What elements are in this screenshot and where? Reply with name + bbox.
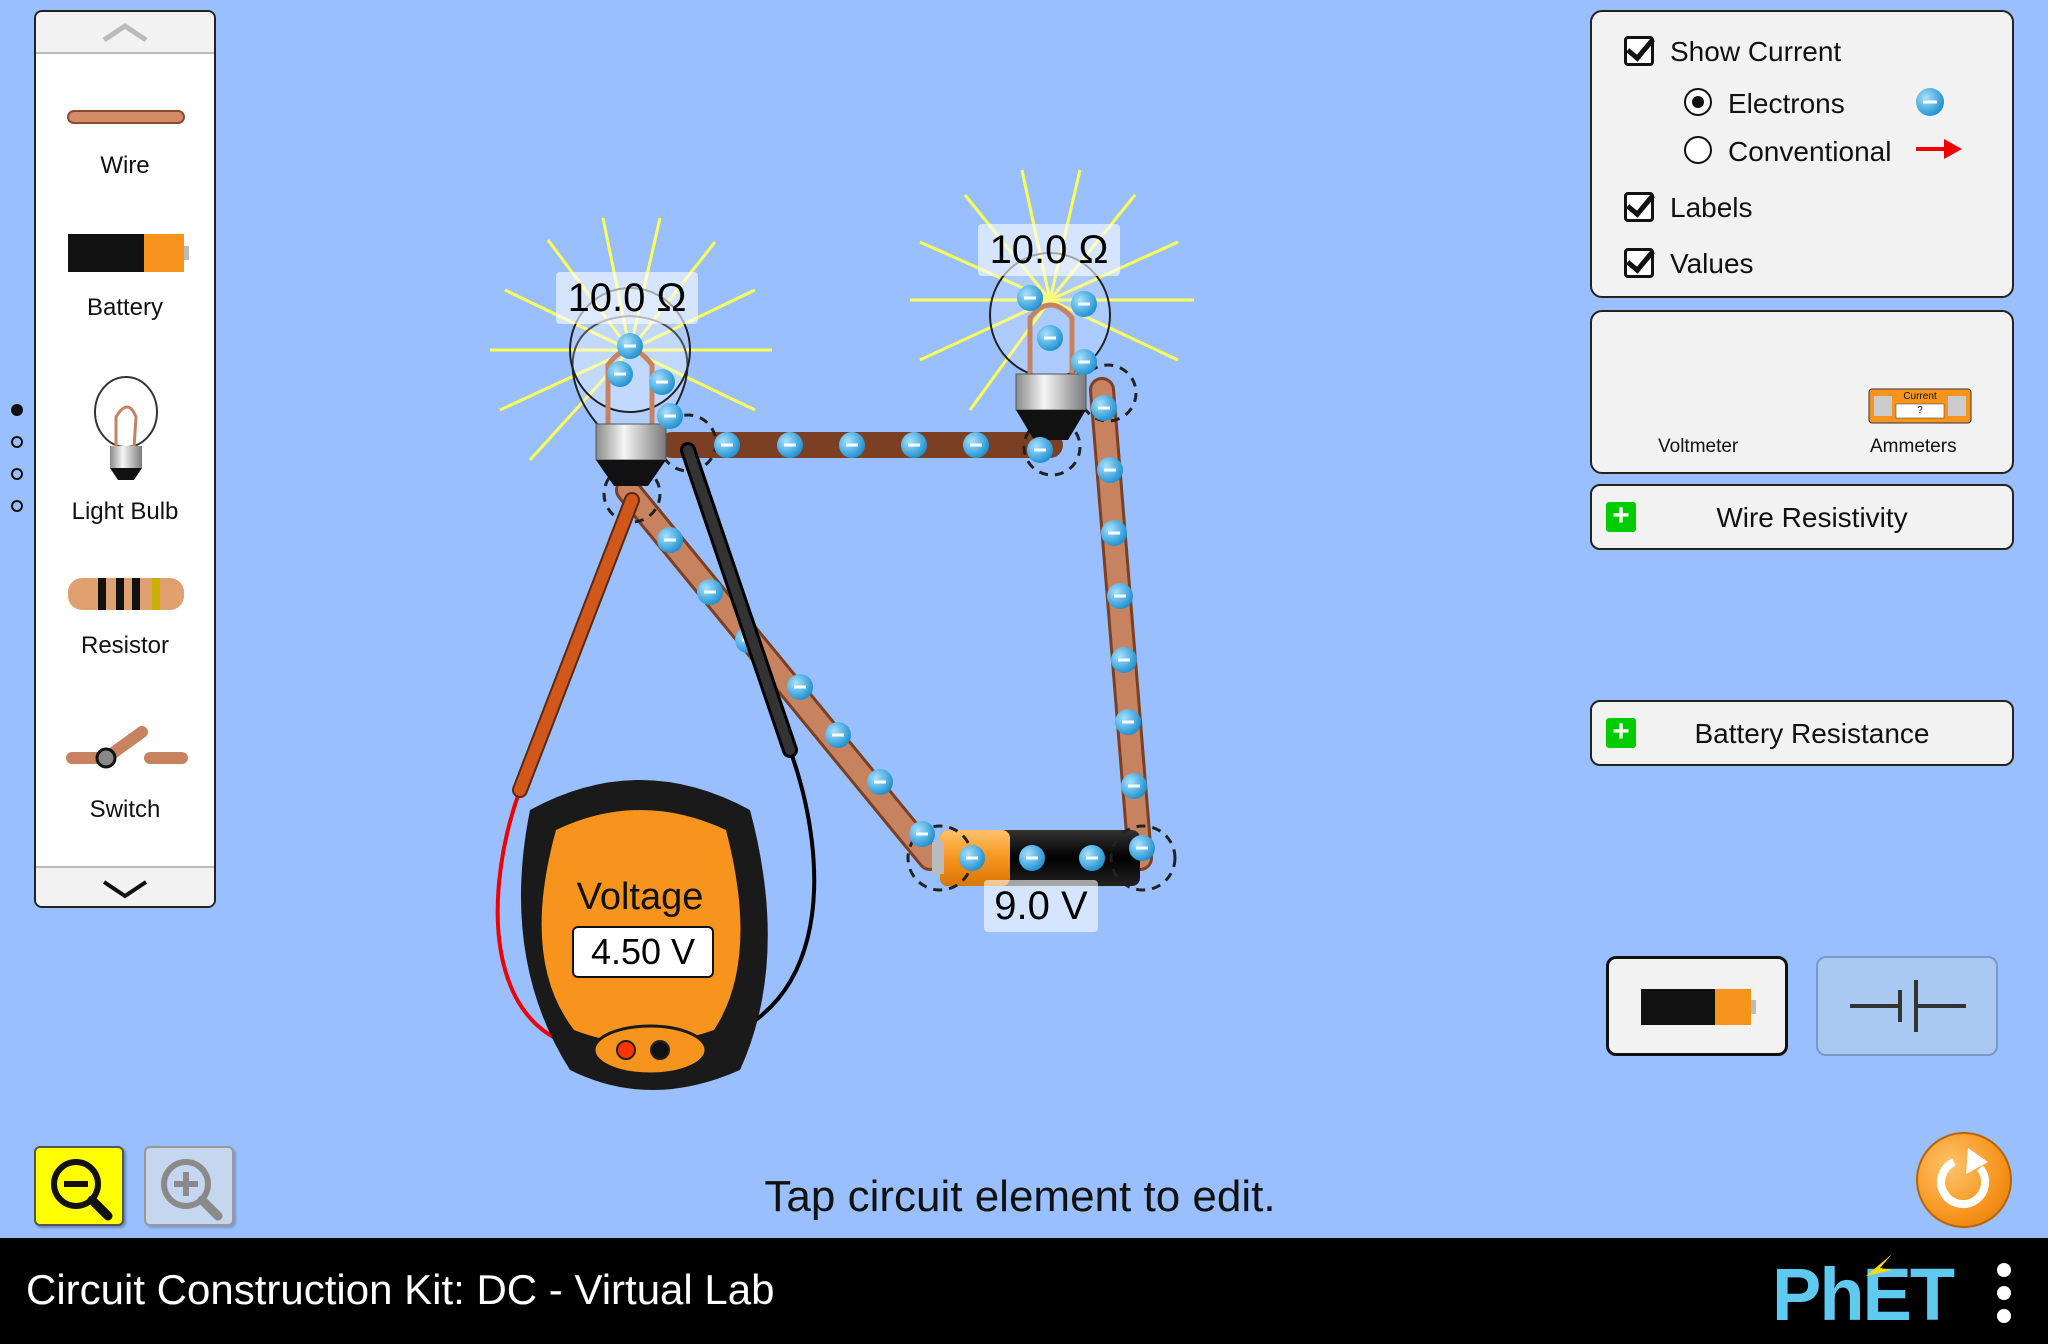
ammeter-icon-text: Current — [1903, 391, 1937, 402]
battery-resistance-accordion[interactable]: + Battery Resistance — [1590, 700, 2014, 766]
kebab-menu-icon — [1997, 1263, 2011, 1323]
light-bulb-icon — [94, 376, 158, 480]
battery-icon — [68, 234, 189, 272]
chevron-up-icon — [102, 22, 148, 43]
electron-icon — [1916, 88, 1944, 116]
wire-icon — [67, 110, 185, 124]
electrons-label: Electrons — [1728, 88, 1845, 119]
bulb1-resistance-label: 10.0 Ω — [556, 272, 698, 324]
ammeter-icon-reading: ? — [1917, 405, 1923, 416]
conventional-label: Conventional — [1728, 136, 1892, 167]
phet-star-icon — [1866, 1254, 1892, 1276]
toolbox-item-switch[interactable]: Switch — [36, 718, 214, 828]
reset-icon — [1937, 1148, 1990, 1209]
electrons-radio-dot[interactable] — [1684, 88, 1712, 116]
toolbox-label-resistor: Resistor — [80, 632, 170, 659]
bulb2-resistance-label: 10.0 Ω — [978, 224, 1120, 276]
light-bulb-2[interactable] — [910, 169, 1194, 440]
sensor-toolbox: Voltmeter Current ? Ammeters — [1590, 310, 2014, 474]
sim-title: Circuit Construction Kit: DC - Virtual L… — [26, 1266, 775, 1313]
schematic-battery-icon — [1850, 980, 1966, 1032]
show-current-label: Show Current — [1670, 36, 1842, 67]
navigation-bar: Circuit Construction Kit: DC - Virtual L… — [0, 1238, 2048, 1344]
toolbox-label-switch: Switch — [89, 796, 161, 823]
toolbox-item-light-bulb[interactable]: Light Bulb — [36, 372, 214, 532]
switch-icon — [66, 726, 188, 769]
voltmeter-title: Voltage — [576, 876, 704, 918]
toolbox-label-battery: Battery — [86, 294, 164, 321]
reset-all-button[interactable] — [1916, 1132, 2012, 1228]
edit-hint-text: Tap circuit element to edit. — [764, 1172, 1276, 1221]
page-dot-3[interactable] — [11, 468, 23, 480]
toolbox-scroll-down-button[interactable] — [36, 866, 214, 906]
battery-icon — [1641, 989, 1756, 1025]
battery-resistance-label: Battery Resistance — [1694, 718, 1930, 749]
toolbox-item-battery[interactable]: Battery — [36, 232, 214, 332]
lifelike-view-button[interactable] — [1606, 956, 1788, 1056]
page-dot-2[interactable] — [11, 436, 23, 448]
schematic-view-button[interactable] — [1816, 956, 1998, 1056]
toolbox-item-resistor[interactable]: Resistor — [36, 574, 214, 674]
play-area[interactable]: 10.0 Ω 10.0 Ω 9.0 V Voltage 4.50 V Wire … — [0, 0, 2048, 1344]
toolbox-scroll-up-button[interactable] — [36, 12, 214, 54]
conventional-radio-dot[interactable] — [1684, 136, 1712, 164]
display-options-panel: Show Current Electrons Conventional Labe… — [1590, 10, 2014, 298]
battery-voltage-label: 9.0 V — [984, 880, 1098, 932]
page-dot-1[interactable] — [11, 404, 23, 416]
values-check[interactable] — [1624, 248, 1654, 278]
labels-label: Labels — [1670, 192, 1753, 223]
resistor-icon — [68, 578, 184, 610]
ammeters-tool-label[interactable]: Ammeters — [1870, 436, 1957, 458]
toolbox-item-wire[interactable]: Wire — [36, 102, 214, 192]
values-label: Values — [1670, 248, 1754, 279]
voltmeter-reading: 4.50 V — [572, 926, 714, 978]
component-toolbox: Wire Battery Light Bulb Resistor Switch — [34, 10, 216, 908]
labels-check[interactable] — [1624, 192, 1654, 222]
show-current-check[interactable] — [1624, 36, 1654, 66]
chevron-down-icon — [102, 880, 148, 899]
wire-resistivity-label: Wire Resistivity — [1716, 502, 1908, 533]
red-arrow-icon — [1916, 139, 1962, 159]
ammeter-tool[interactable]: Current ? — [1868, 388, 1972, 424]
page-dot-4[interactable] — [11, 500, 23, 512]
wire-resistivity-accordion[interactable]: + Wire Resistivity — [1590, 484, 2014, 550]
voltmeter-tool-label[interactable]: Voltmeter — [1658, 436, 1738, 458]
toolbox-label-light-bulb: Light Bulb — [71, 498, 179, 525]
toolbox-label-wire: Wire — [100, 152, 150, 179]
menu-button[interactable] — [1994, 1260, 2014, 1326]
